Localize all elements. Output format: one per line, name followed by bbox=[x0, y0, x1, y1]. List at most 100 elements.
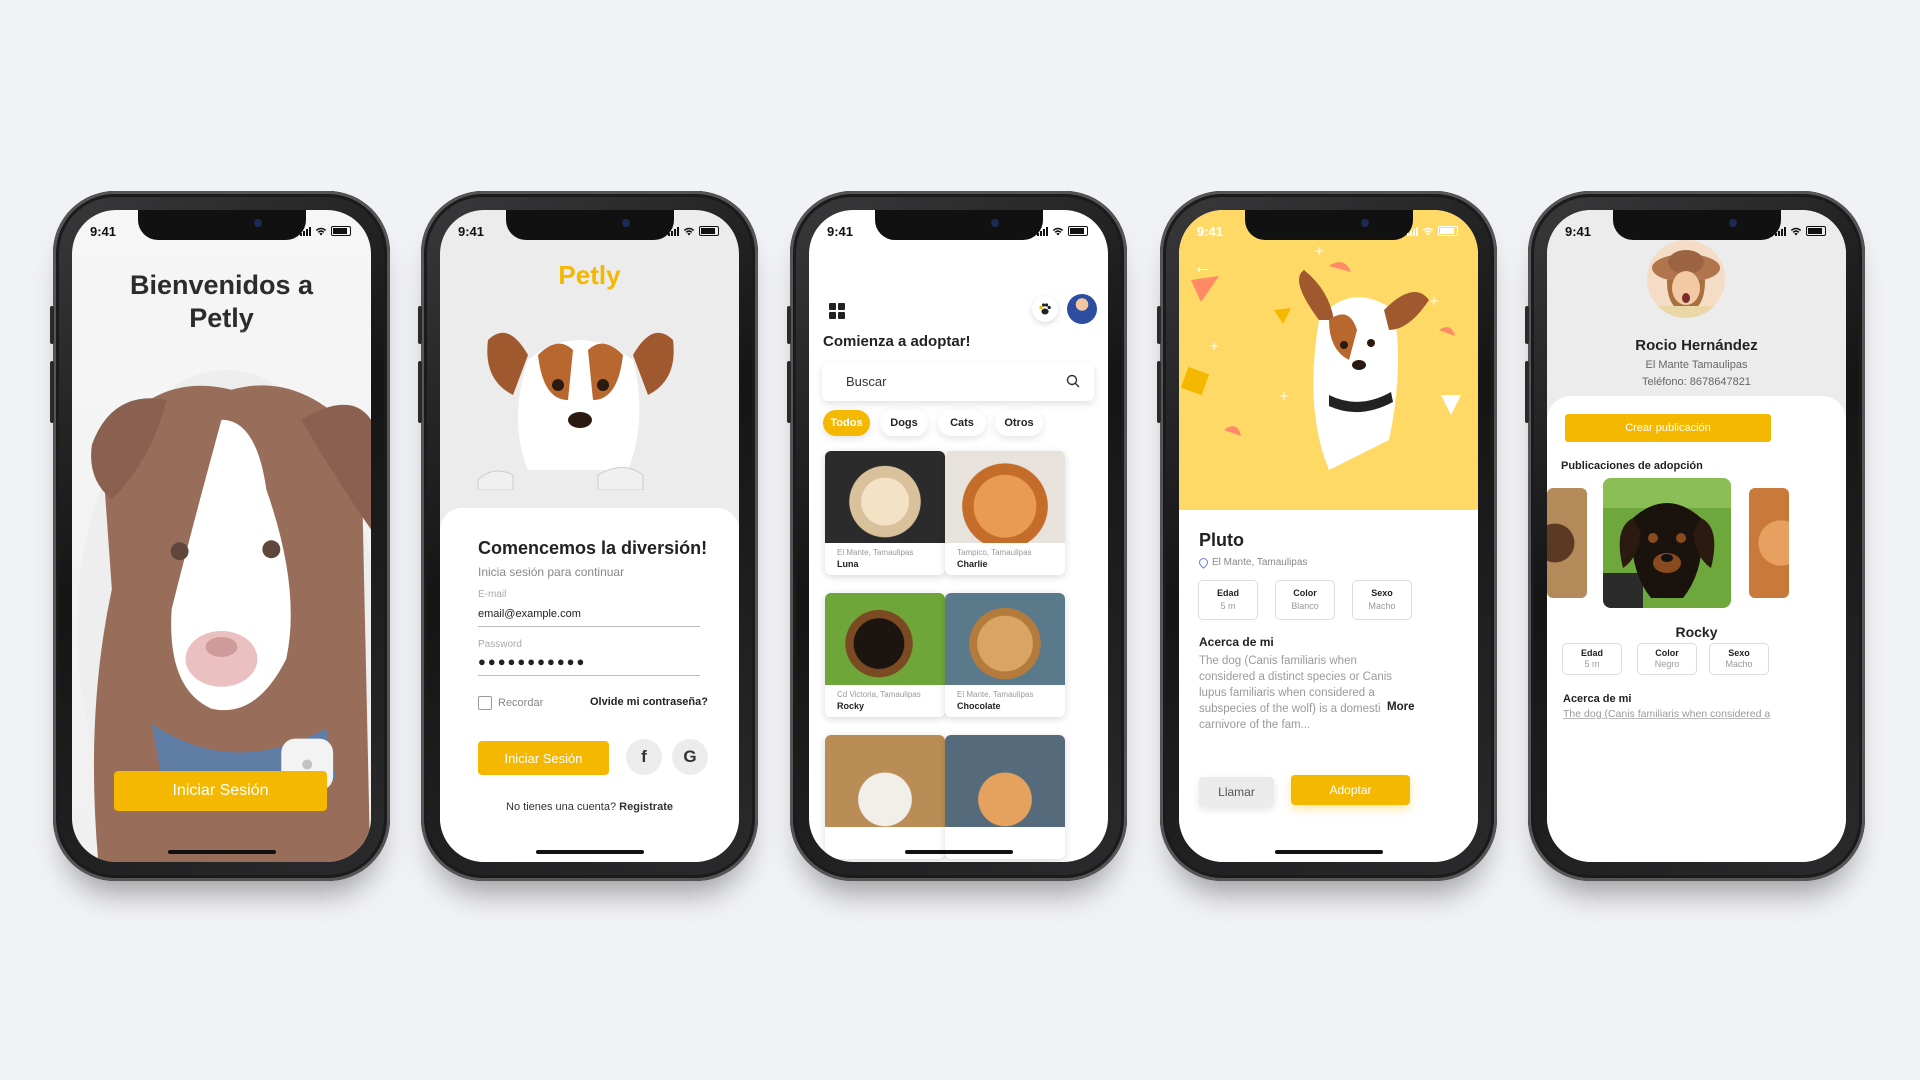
svg-text:+: + bbox=[1314, 244, 1324, 258]
battery-icon bbox=[699, 226, 719, 236]
pet-name: Pluto bbox=[1199, 530, 1244, 550]
remember-checkbox[interactable]: Recordar bbox=[478, 696, 543, 710]
pet-name: Chocolate bbox=[957, 701, 1001, 711]
about-text: The dog (Canis familiaris when considere… bbox=[1563, 708, 1771, 720]
pet-location: El Mante, Tamaulipas bbox=[957, 690, 1034, 699]
home-indicator bbox=[904, 850, 1013, 854]
status-bar: 9:41 bbox=[1197, 221, 1458, 241]
app-logo-text: Petly bbox=[558, 260, 621, 290]
home-indicator bbox=[167, 850, 276, 854]
pet-card[interactable]: El Mante, Tamaulipas Luna bbox=[825, 451, 945, 575]
signal-icon bbox=[1775, 226, 1786, 236]
feed-heading: Comienza a adoptar! bbox=[823, 333, 971, 350]
password-label: Password bbox=[478, 639, 522, 650]
more-link[interactable]: More bbox=[1381, 701, 1415, 713]
pet-photo bbox=[825, 451, 945, 543]
phone-welcome: 9:41 Bienvenidos a Petly Iniciar Sesión bbox=[50, 191, 390, 881]
home-indicator bbox=[1274, 850, 1383, 854]
status-time: 9:41 bbox=[827, 223, 854, 239]
filter-chip-otros[interactable]: Otros bbox=[995, 410, 1043, 436]
pet-card[interactable]: Cd Victoria, Tamaulipas Rocky bbox=[825, 593, 945, 717]
wifi-icon bbox=[1052, 227, 1064, 235]
back-arrow-icon[interactable]: ← bbox=[1193, 256, 1213, 279]
search-placeholder: Buscar bbox=[846, 374, 887, 389]
email-field[interactable]: email@example.com bbox=[478, 608, 700, 627]
search-icon[interactable] bbox=[1066, 374, 1080, 388]
battery-icon bbox=[1068, 226, 1088, 236]
profile-avatar bbox=[1647, 240, 1725, 318]
forgot-password-link[interactable]: Olvide mi contraseña? bbox=[590, 696, 708, 708]
home-indicator bbox=[535, 850, 644, 854]
login-button[interactable]: Iniciar Sesión bbox=[478, 741, 609, 775]
svg-text:+: + bbox=[1209, 339, 1219, 353]
welcome-title: Bienvenidos a Petly bbox=[129, 270, 314, 333]
profile-city: El Mante Tamaulipas bbox=[1645, 359, 1748, 371]
status-time: 9:41 bbox=[1565, 223, 1592, 239]
paw-button[interactable] bbox=[1032, 296, 1058, 322]
signal-icon bbox=[1037, 226, 1048, 236]
battery-icon bbox=[331, 226, 351, 236]
post-pet-name: Rocky bbox=[1675, 624, 1718, 640]
pet-card[interactable]: El Mante, Tamaulipas Chocolate bbox=[945, 593, 1065, 717]
signup-prompt: No tienes una cuenta? Registrate bbox=[506, 801, 673, 813]
carousel-prev-photo[interactable] bbox=[1547, 488, 1587, 598]
profile-screen: 9:41 Rocio Hernández El Mante Tamaulipas… bbox=[1547, 210, 1846, 862]
pet-name: Luna bbox=[837, 559, 859, 569]
carousel-main-photo[interactable] bbox=[1603, 478, 1731, 608]
pet-photo bbox=[945, 735, 1065, 827]
wifi-icon bbox=[315, 227, 327, 235]
status-time: 9:41 bbox=[90, 223, 117, 239]
pet-location: Cd Victoria, Tamaulipas bbox=[837, 690, 921, 699]
grid-menu-icon[interactable] bbox=[829, 303, 845, 319]
battery-icon bbox=[1438, 226, 1458, 236]
email-label: E-mail bbox=[478, 589, 507, 600]
status-bar: 9:41 bbox=[1565, 221, 1826, 241]
status-bar: 9:41 bbox=[458, 221, 719, 241]
detail-screen: + + + + 9:41 ← Pluto El Mante, Tamaulipa… bbox=[1179, 210, 1478, 862]
location-pin-icon bbox=[1197, 556, 1210, 569]
call-button[interactable]: Llamar bbox=[1199, 777, 1274, 807]
login-screen: 9:41 Petly Comencemos la diversión! Inic… bbox=[440, 210, 739, 862]
about-text: The dog (Canis familiaris when considere… bbox=[1199, 655, 1409, 731]
google-login-button[interactable]: G bbox=[672, 739, 708, 775]
create-post-button[interactable]: Crear publicación bbox=[1565, 414, 1771, 442]
pet-card[interactable]: Tampico, Tamaulipas Charlie bbox=[945, 451, 1065, 575]
google-icon: G bbox=[683, 747, 697, 766]
wifi-icon bbox=[1790, 227, 1802, 235]
login-heading: Comencemos la diversión! bbox=[478, 538, 708, 558]
pet-photo bbox=[945, 593, 1065, 685]
search-input[interactable]: Buscar bbox=[822, 363, 1094, 401]
pet-photo bbox=[825, 593, 945, 685]
attribute-color: Color Negro bbox=[1637, 643, 1697, 675]
about-title: Acerca de mi bbox=[1199, 635, 1274, 649]
profile-name: Rocio Hernández bbox=[1635, 337, 1758, 354]
pet-card[interactable] bbox=[825, 735, 945, 859]
filter-chip-todos[interactable]: Todos bbox=[823, 410, 870, 436]
dog-photo bbox=[477, 332, 674, 490]
pet-card[interactable] bbox=[945, 735, 1065, 859]
status-bar: 9:41 bbox=[827, 221, 1088, 241]
password-field[interactable]: ●●●●●●●●●●● bbox=[478, 654, 700, 676]
adopt-button[interactable]: Adoptar bbox=[1291, 775, 1410, 805]
filter-chip-dogs[interactable]: Dogs bbox=[880, 410, 928, 436]
paw-icon bbox=[1039, 303, 1051, 315]
facebook-login-button[interactable]: f bbox=[626, 739, 662, 775]
filter-chip-cats[interactable]: Cats bbox=[938, 410, 986, 436]
login-button[interactable]: Iniciar Sesión bbox=[114, 771, 327, 811]
pet-location: Tampico, Tamaulipas bbox=[957, 548, 1032, 557]
attribute-sex: Sexo Macho bbox=[1709, 643, 1769, 675]
welcome-screen: 9:41 Bienvenidos a Petly Iniciar Sesión bbox=[72, 210, 371, 862]
status-bar: 9:41 bbox=[90, 221, 351, 241]
status-time: 9:41 bbox=[1197, 223, 1224, 239]
signup-link[interactable]: Registrate bbox=[619, 801, 673, 813]
hero-banner: + + + + bbox=[1179, 210, 1478, 510]
checkbox-icon[interactable] bbox=[478, 696, 492, 710]
wifi-icon bbox=[683, 227, 695, 235]
wifi-icon bbox=[1422, 227, 1434, 235]
signal-icon bbox=[300, 226, 311, 236]
user-avatar[interactable] bbox=[1067, 294, 1097, 324]
carousel-next-photo[interactable] bbox=[1749, 488, 1789, 598]
phone-feed: 9:41 Comienza a adoptar! Buscar Todos Do… bbox=[787, 191, 1127, 881]
signal-icon bbox=[668, 226, 679, 236]
profile-phone: Teléfono: 8678647821 bbox=[1642, 376, 1751, 388]
